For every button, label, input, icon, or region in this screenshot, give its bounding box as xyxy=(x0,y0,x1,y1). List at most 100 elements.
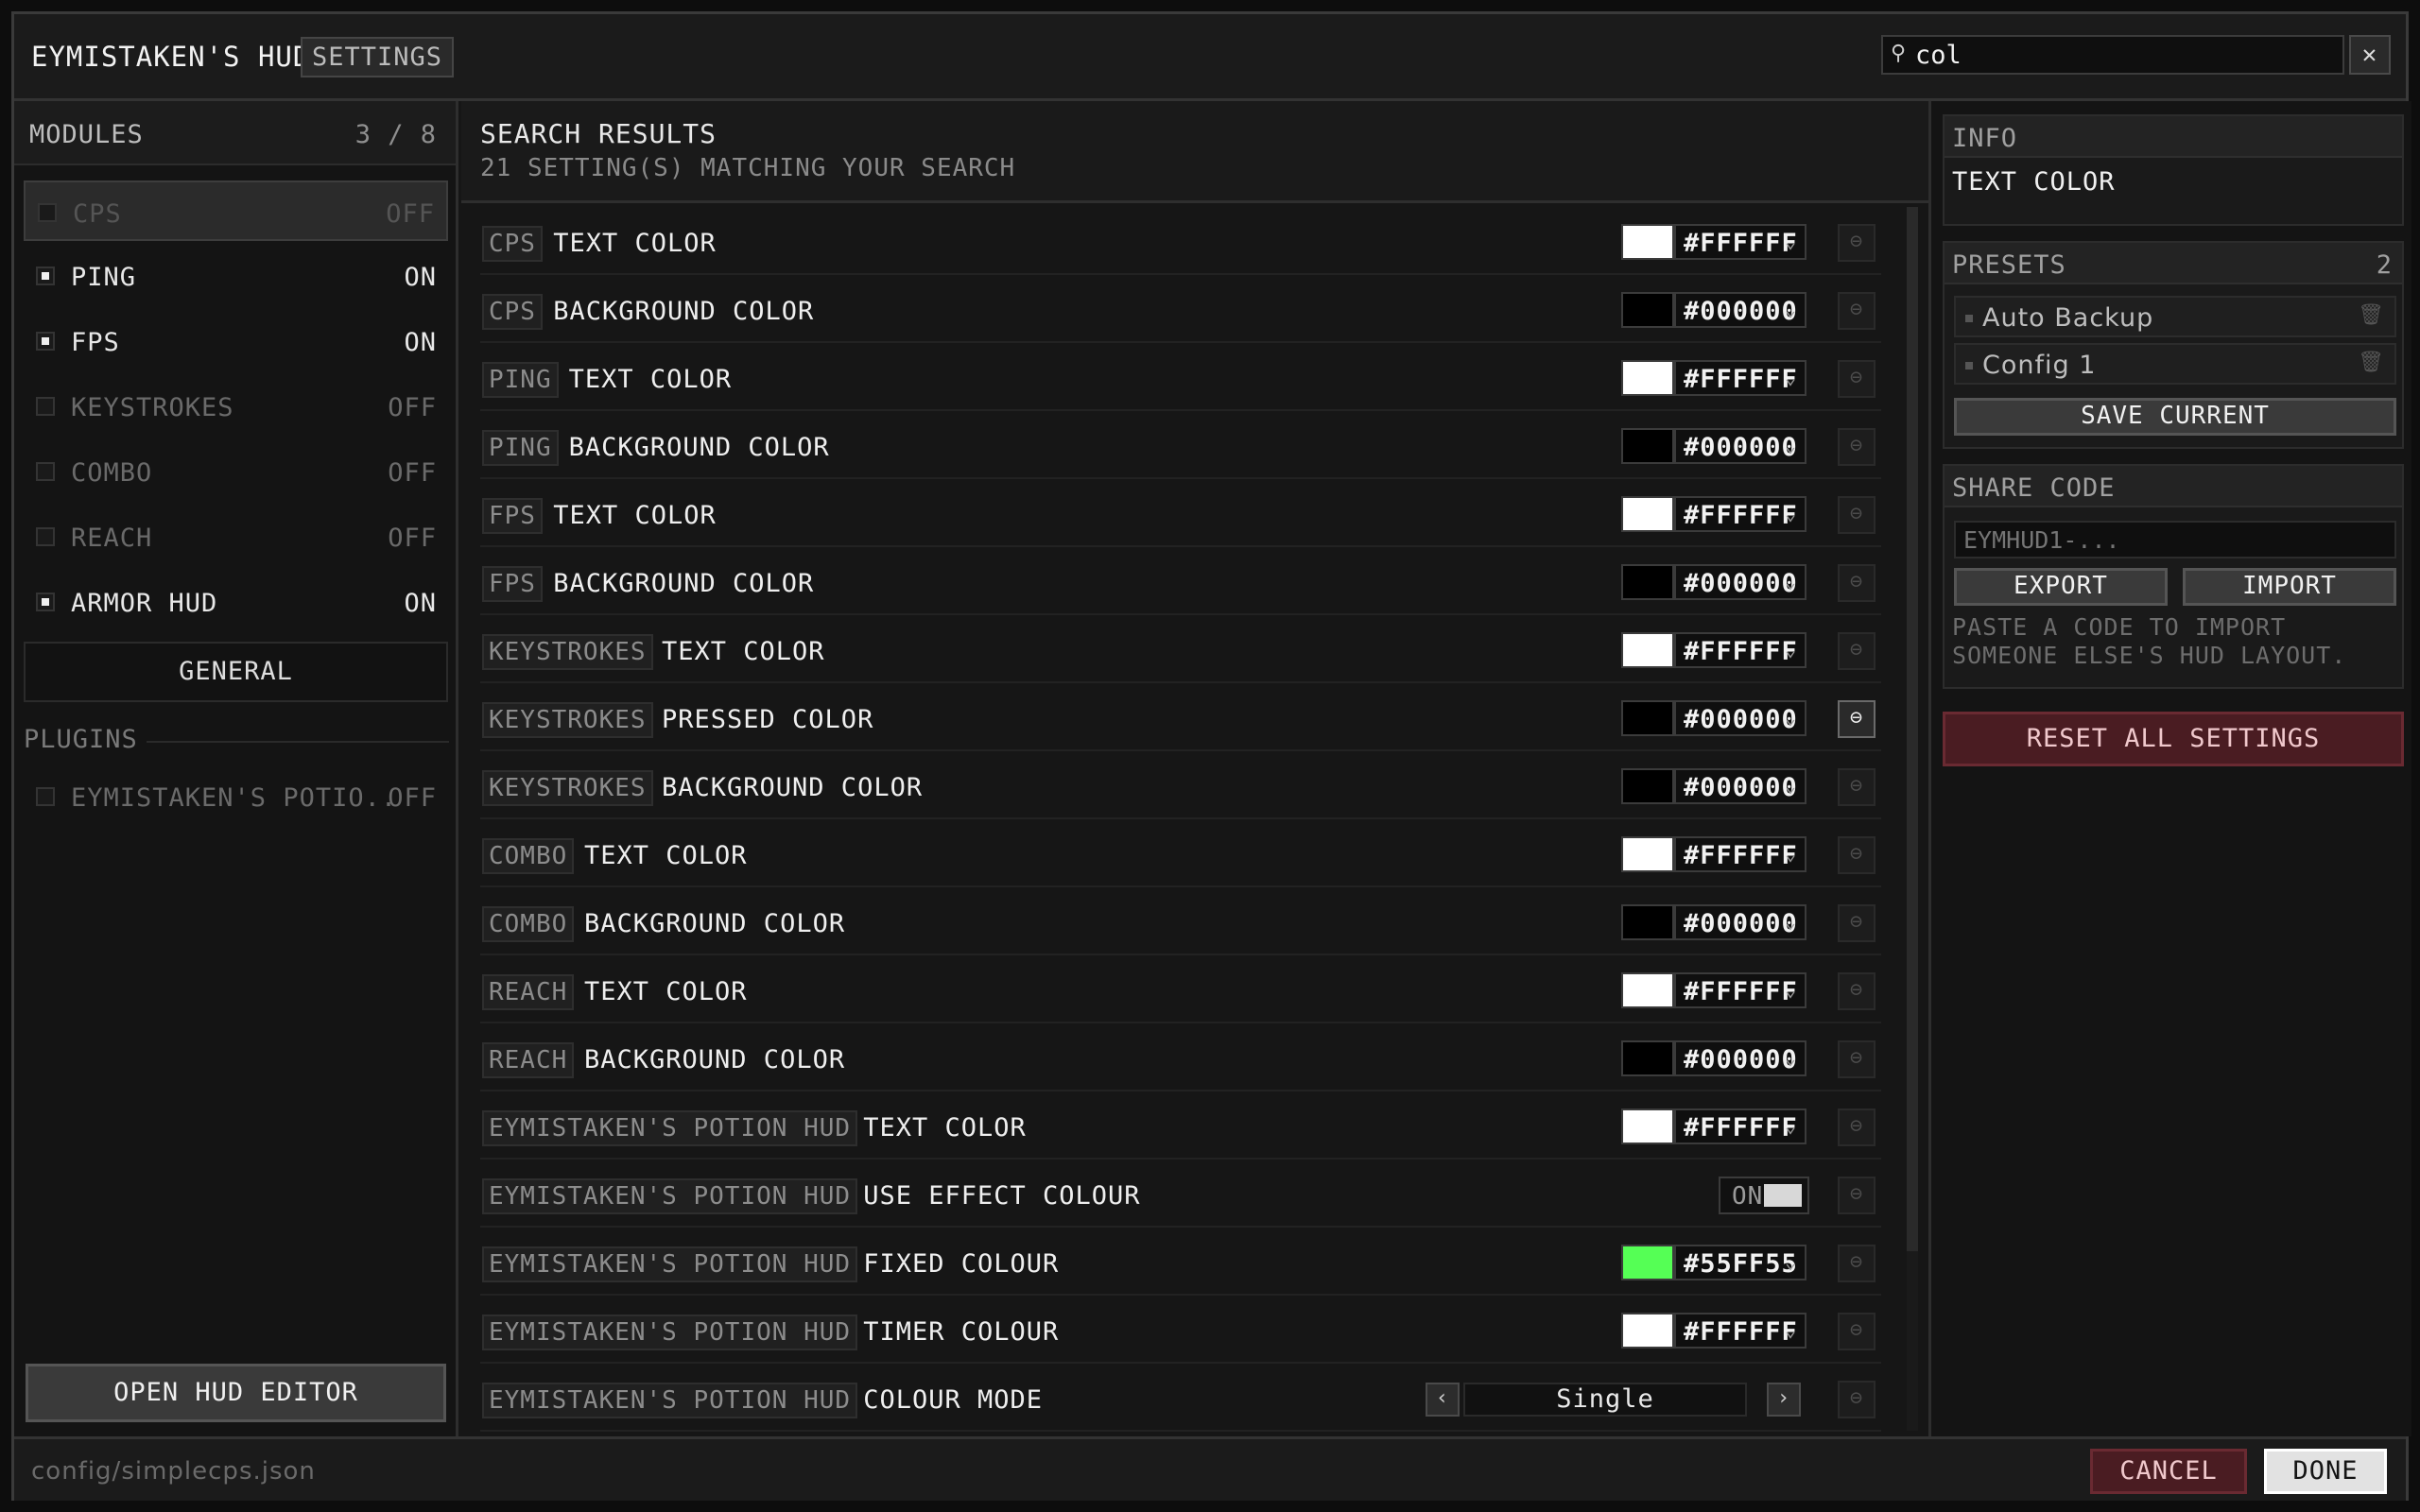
hex-color-dropdown[interactable]: #FFFFFF ⌄ xyxy=(1674,1108,1806,1144)
hex-color-dropdown[interactable]: #FFFFFF ⌄ xyxy=(1674,360,1806,396)
color-swatch[interactable] xyxy=(1621,1245,1674,1280)
chevron-left-icon[interactable]: ‹ xyxy=(1426,1383,1460,1417)
settings-window: EYMISTAKEN'S HUD SETTINGS ⚲ ✕ MODULES 3 … xyxy=(11,11,2411,1501)
color-swatch[interactable] xyxy=(1621,700,1674,736)
module-checkbox[interactable] xyxy=(36,462,55,481)
hex-color-dropdown[interactable]: #000000 ⌄ xyxy=(1674,700,1806,736)
hex-color-dropdown[interactable]: #FFFFFF ⌄ xyxy=(1674,1313,1806,1349)
module-state: ON xyxy=(404,328,437,357)
scrollbar-thumb[interactable] xyxy=(1907,207,1918,1251)
module-item[interactable]: ARMOR HUD ON xyxy=(24,572,448,632)
reset-icon[interactable]: ⊖ xyxy=(1838,904,1876,942)
save-current-button[interactable]: SAVE CURRENT xyxy=(1954,398,2396,436)
config-path: config/simplecps.json xyxy=(31,1457,316,1486)
module-checkbox[interactable] xyxy=(36,332,55,351)
module-item[interactable]: REACH OFF xyxy=(24,507,448,567)
search-box[interactable]: ⚲ xyxy=(1881,35,2344,75)
color-swatch[interactable] xyxy=(1621,428,1674,464)
color-swatch[interactable] xyxy=(1621,972,1674,1008)
module-item[interactable]: KEYSTROKES OFF xyxy=(24,376,448,437)
reset-icon[interactable]: ⊖ xyxy=(1838,360,1876,398)
chevron-down-icon: ⌄ xyxy=(1784,502,1797,524)
close-search-button[interactable]: ✕ xyxy=(2349,35,2391,75)
color-swatch[interactable] xyxy=(1621,360,1674,396)
reset-icon[interactable]: ⊖ xyxy=(1838,292,1876,330)
preset-item[interactable]: Config 1 🗑 xyxy=(1954,343,2396,385)
hex-value: #FFFFFF xyxy=(1684,365,1798,394)
open-hud-editor-button[interactable]: OPEN HUD EDITOR xyxy=(26,1364,446,1422)
module-item[interactable]: FPS ON xyxy=(24,311,448,371)
setting-name: TEXT COLOR xyxy=(584,841,748,870)
hex-color-dropdown[interactable]: #000000 ⌄ xyxy=(1674,1040,1806,1076)
module-checkbox[interactable] xyxy=(36,527,55,546)
trash-icon[interactable]: 🗑 xyxy=(2358,351,2385,374)
hex-color-dropdown[interactable]: #FFFFFF ⌄ xyxy=(1674,836,1806,872)
color-swatch[interactable] xyxy=(1621,564,1674,600)
module-item[interactable]: CPS OFF xyxy=(24,180,448,241)
reset-icon[interactable]: ⊖ xyxy=(1838,1381,1876,1418)
hex-color-dropdown[interactable]: #FFFFFF ⌄ xyxy=(1674,496,1806,532)
preset-item[interactable]: Auto Backup 🗑 xyxy=(1954,296,2396,337)
presets-count: 2 xyxy=(2376,250,2393,280)
hex-color-dropdown[interactable]: #FFFFFF ⌄ xyxy=(1674,972,1806,1008)
reset-icon[interactable]: ⊖ xyxy=(1838,768,1876,806)
hex-color-dropdown[interactable]: #000000 ⌄ xyxy=(1674,292,1806,328)
reset-icon[interactable]: ⊖ xyxy=(1838,496,1876,534)
chevron-right-icon[interactable]: › xyxy=(1767,1383,1801,1417)
reset-icon[interactable]: ⊖ xyxy=(1838,1177,1876,1214)
reset-icon[interactable]: ⊖ xyxy=(1838,700,1876,738)
plugin-checkbox[interactable] xyxy=(36,787,55,806)
effect-colour-toggle[interactable]: ON xyxy=(1719,1177,1809,1214)
share-code-field[interactable] xyxy=(1954,521,2396,558)
done-button[interactable]: DONE xyxy=(2264,1449,2387,1494)
hex-color-dropdown[interactable]: #FFFFFF ⌄ xyxy=(1674,632,1806,668)
hex-color-dropdown[interactable]: #55FF55 ⌄ xyxy=(1674,1245,1806,1280)
reset-icon[interactable]: ⊖ xyxy=(1838,972,1876,1010)
trash-icon[interactable]: 🗑 xyxy=(2358,303,2385,327)
hex-color-dropdown[interactable]: #000000 ⌄ xyxy=(1674,428,1806,464)
module-checkbox[interactable] xyxy=(36,266,55,285)
color-swatch[interactable] xyxy=(1621,1040,1674,1076)
reset-all-settings-button[interactable]: RESET ALL SETTINGS xyxy=(1943,712,2404,766)
color-swatch[interactable] xyxy=(1621,836,1674,872)
reset-icon[interactable]: ⊖ xyxy=(1838,428,1876,466)
color-swatch[interactable] xyxy=(1621,768,1674,804)
search-input[interactable] xyxy=(1915,40,2331,70)
hex-color-dropdown[interactable]: #000000 ⌄ xyxy=(1674,564,1806,600)
cancel-button[interactable]: CANCEL xyxy=(2090,1449,2247,1494)
hex-color-dropdown[interactable]: #000000 ⌄ xyxy=(1674,904,1806,940)
module-item[interactable]: PING ON xyxy=(24,246,448,306)
share-code-input[interactable] xyxy=(1956,523,2394,557)
color-swatch[interactable] xyxy=(1621,496,1674,532)
plugin-item[interactable]: EYMISTAKEN'S POTIO.. OFF xyxy=(24,766,448,827)
export-button[interactable]: EXPORT xyxy=(1954,568,2168,606)
color-swatch[interactable] xyxy=(1621,1108,1674,1144)
module-checkbox[interactable] xyxy=(36,397,55,416)
setting-name: BACKGROUND COLOR xyxy=(568,433,830,462)
reset-icon[interactable]: ⊖ xyxy=(1838,1245,1876,1282)
hex-color-dropdown[interactable]: #FFFFFF ⌄ xyxy=(1674,224,1806,260)
chevron-down-icon: ⌄ xyxy=(1784,1046,1797,1069)
reset-icon[interactable]: ⊖ xyxy=(1838,1313,1876,1350)
general-button[interactable]: GENERAL xyxy=(24,642,448,702)
reset-icon[interactable]: ⊖ xyxy=(1838,632,1876,670)
color-swatch[interactable] xyxy=(1621,1313,1674,1349)
reset-icon[interactable]: ⊖ xyxy=(1838,1108,1876,1146)
setting-name: FIXED COLOUR xyxy=(863,1249,1060,1279)
preset-name: Auto Backup xyxy=(1982,303,2154,333)
reset-icon[interactable]: ⊖ xyxy=(1838,836,1876,874)
color-swatch[interactable] xyxy=(1621,292,1674,328)
reset-icon[interactable]: ⊖ xyxy=(1838,224,1876,262)
color-swatch[interactable] xyxy=(1621,632,1674,668)
reset-icon[interactable]: ⊖ xyxy=(1838,1040,1876,1078)
module-checkbox[interactable] xyxy=(36,593,55,611)
reset-icon[interactable]: ⊖ xyxy=(1838,564,1876,602)
color-swatch[interactable] xyxy=(1621,224,1674,260)
hex-value: #FFFFFF xyxy=(1684,1113,1798,1143)
module-checkbox[interactable] xyxy=(38,203,57,222)
import-button[interactable]: IMPORT xyxy=(2183,568,2396,606)
results-header: SEARCH RESULTS 21 SETTING(S) MATCHING YO… xyxy=(461,101,1928,203)
color-swatch[interactable] xyxy=(1621,904,1674,940)
module-item[interactable]: COMBO OFF xyxy=(24,441,448,502)
hex-color-dropdown[interactable]: #000000 ⌄ xyxy=(1674,768,1806,804)
